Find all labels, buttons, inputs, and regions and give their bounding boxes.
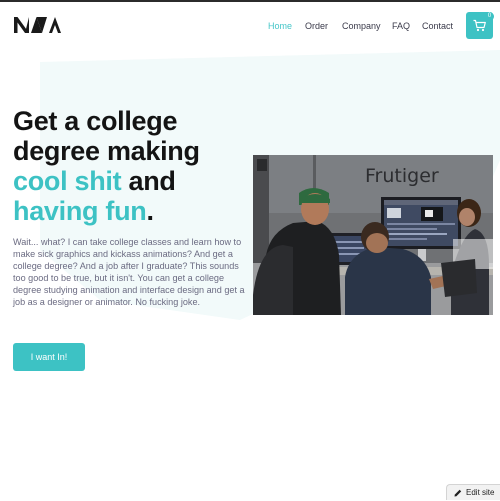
edit-site-button[interactable]: Edit site	[446, 484, 500, 500]
cart-count-badge: 0	[485, 12, 494, 21]
hero-heading: Get a college degree making cool shit an…	[13, 106, 253, 226]
i-want-in-button[interactable]: I want In!	[13, 343, 85, 371]
hero-highlight-1: cool shit	[13, 166, 122, 196]
hero-line-3-rest: and	[121, 166, 176, 196]
pencil-icon	[454, 489, 462, 497]
nav-order[interactable]: Order	[305, 20, 328, 32]
nav-home[interactable]: Home	[268, 20, 292, 32]
hero-highlight-2: having fun	[13, 196, 147, 226]
edit-site-label: Edit site	[466, 488, 495, 497]
nav-company[interactable]: Company	[342, 20, 381, 32]
nav-contact[interactable]: Contact	[422, 20, 453, 32]
classroom-photo-illustration: Frutiger	[253, 155, 493, 315]
main-nav: Home Order Company FAQ Contact	[0, 20, 500, 32]
nav-faq[interactable]: FAQ	[392, 20, 410, 32]
hero-description: Wait... what? I can take college classes…	[13, 237, 245, 307]
hero-line-4-rest: .	[146, 196, 155, 226]
hero-line-1: Get a college	[13, 106, 178, 136]
hero-line-2: degree making	[13, 136, 200, 166]
hero-photo: Frutiger	[253, 155, 493, 315]
shopping-cart-icon	[473, 19, 486, 32]
wall-sign-text: Frutiger	[365, 165, 439, 187]
